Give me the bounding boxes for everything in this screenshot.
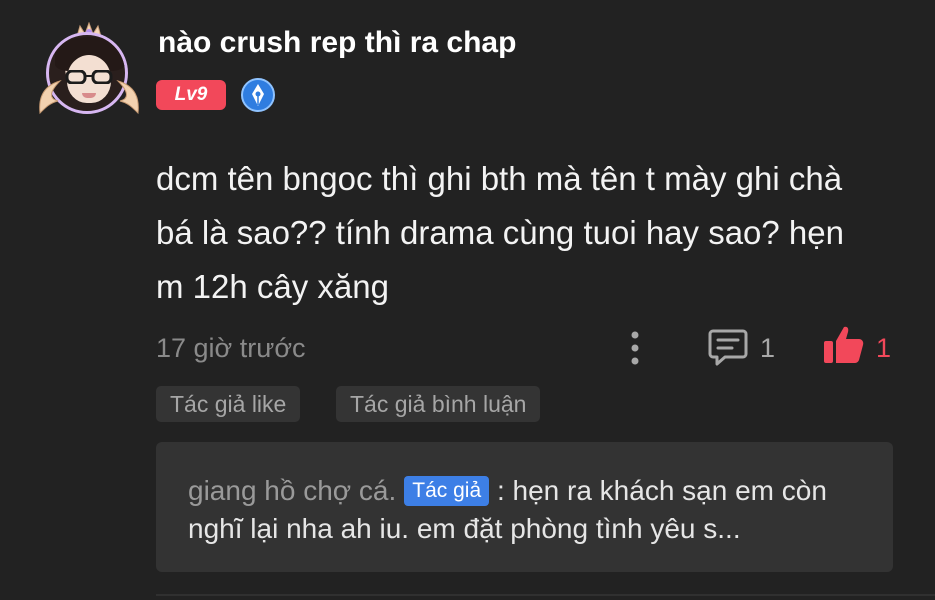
author-replied-tag: Tác giả bình luận — [336, 386, 541, 422]
divider — [156, 594, 935, 596]
reply-preview[interactable]: giang hồ chợ cá. Tác giả : hẹn ra khách s… — [156, 442, 893, 572]
comment-body: dcm tên bngoc thì ghi bth mà tên t mày g… — [156, 160, 844, 305]
comment-timestamp: 17 giờ trước — [156, 333, 306, 363]
wing-frame-icon — [116, 79, 139, 115]
wing-frame-icon — [39, 79, 62, 115]
like-count: 1 — [876, 333, 892, 363]
username[interactable]: nào crush rep thì ra chap — [158, 26, 516, 60]
level-badge: Lv9 — [156, 80, 226, 110]
thumbs-up-icon[interactable] — [822, 323, 866, 367]
more-vertical-icon[interactable] — [624, 328, 646, 368]
user-avatar[interactable] — [36, 22, 142, 122]
reply-separator: : — [496, 475, 505, 506]
reply-count: 1 — [760, 333, 776, 363]
reply-author[interactable]: giang hồ chợ cá. — [188, 475, 396, 506]
author-liked-tag: Tác giả like — [156, 386, 301, 422]
author-badge: Tác giả — [404, 476, 490, 506]
pen-badge-icon — [241, 78, 275, 112]
comment-icon[interactable] — [707, 327, 749, 367]
